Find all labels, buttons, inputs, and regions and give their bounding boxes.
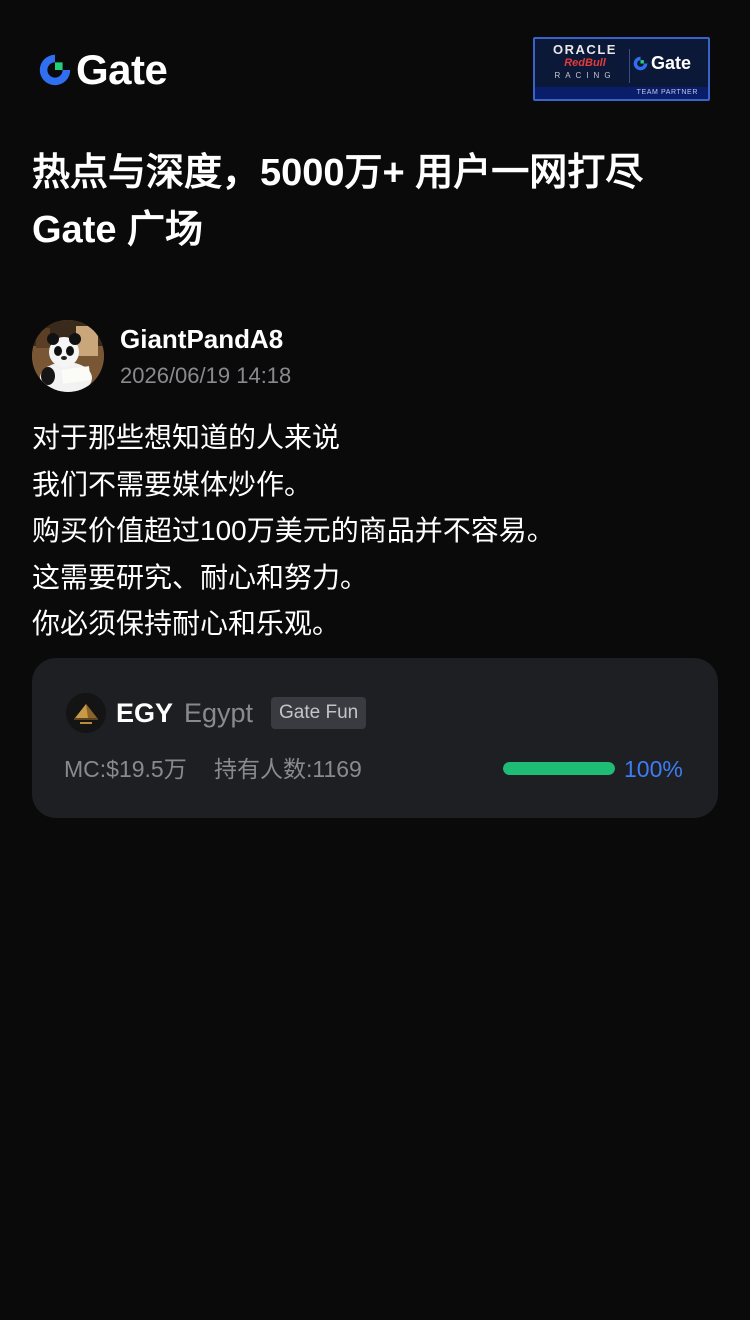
- logo-text: Gate: [76, 46, 168, 93]
- title-line-1: 热点与深度，5000万+ 用户一网打尽: [32, 152, 644, 194]
- badge-gate-logo: Gate: [632, 51, 691, 75]
- team-partner-text: TEAM PARTNER: [535, 87, 708, 99]
- post-line: 你必须保持耐心和乐观。: [32, 608, 341, 639]
- badge-gate-text: Gate: [651, 52, 692, 73]
- post-line: 这需要研究、耐心和努力。: [32, 561, 369, 593]
- post-content[interactable]: 对于那些想知道的人来说 我们不需要媒体炒作。 购买价值超过100万美元的商品并不…: [32, 415, 722, 648]
- avatar[interactable]: [32, 320, 104, 392]
- page-title: 热点与深度，5000万+ 用户一网打尽 Gate 广场: [32, 145, 722, 259]
- post-line: 对于那些想知道的人来说: [32, 422, 341, 453]
- gate-logo[interactable]: Gate: [36, 46, 168, 93]
- racing-text: RACING: [554, 71, 616, 80]
- post-line: 我们不需要媒体炒作。: [32, 468, 313, 500]
- pyramid-token-icon: [66, 693, 106, 733]
- oracle-redbull-racing-logo: ORACLE RedBull RACING: [541, 43, 629, 87]
- badge-divider: [629, 49, 630, 83]
- partner-badge[interactable]: ORACLE RedBull RACING Gate TEAM PARTNER: [533, 37, 710, 101]
- holder-count: 持有人数:1169: [214, 756, 362, 782]
- token-name: Egypt: [184, 698, 254, 728]
- page: Gate ORACLE RedBull RACING Gate TEAM PAR…: [0, 0, 750, 1320]
- app-header: Gate ORACLE RedBull RACING Gate TEAM PAR…: [0, 0, 750, 130]
- post-line: 购买价值超过100万美元的商品并不容易。: [32, 515, 555, 546]
- title-line-2: Gate 广场: [32, 209, 204, 251]
- redbull-text: RedBull: [564, 57, 606, 69]
- progress-label: 100%: [624, 756, 683, 782]
- author-name[interactable]: GiantPandA8: [120, 324, 283, 354]
- market-cap: MC:$19.5万: [64, 756, 187, 782]
- token-symbol: EGY: [116, 698, 174, 728]
- post-author[interactable]: GiantPandA8 2026/06/19 14:18: [32, 320, 722, 392]
- progress-fill: [503, 762, 615, 775]
- gate-small-logo-icon: [633, 56, 648, 70]
- gate-logo-icon: [39, 54, 71, 86]
- oracle-text: ORACLE: [553, 42, 617, 57]
- gate-fun-tag: Gate Fun: [271, 697, 367, 729]
- progress-bar: [503, 762, 615, 775]
- panda-avatar: [32, 320, 104, 392]
- post-timestamp: 2026/06/19 14:18: [120, 363, 292, 388]
- token-card[interactable]: EGY Egypt Gate Fun MC:$19.5万 持有人数:1169 1…: [32, 658, 718, 818]
